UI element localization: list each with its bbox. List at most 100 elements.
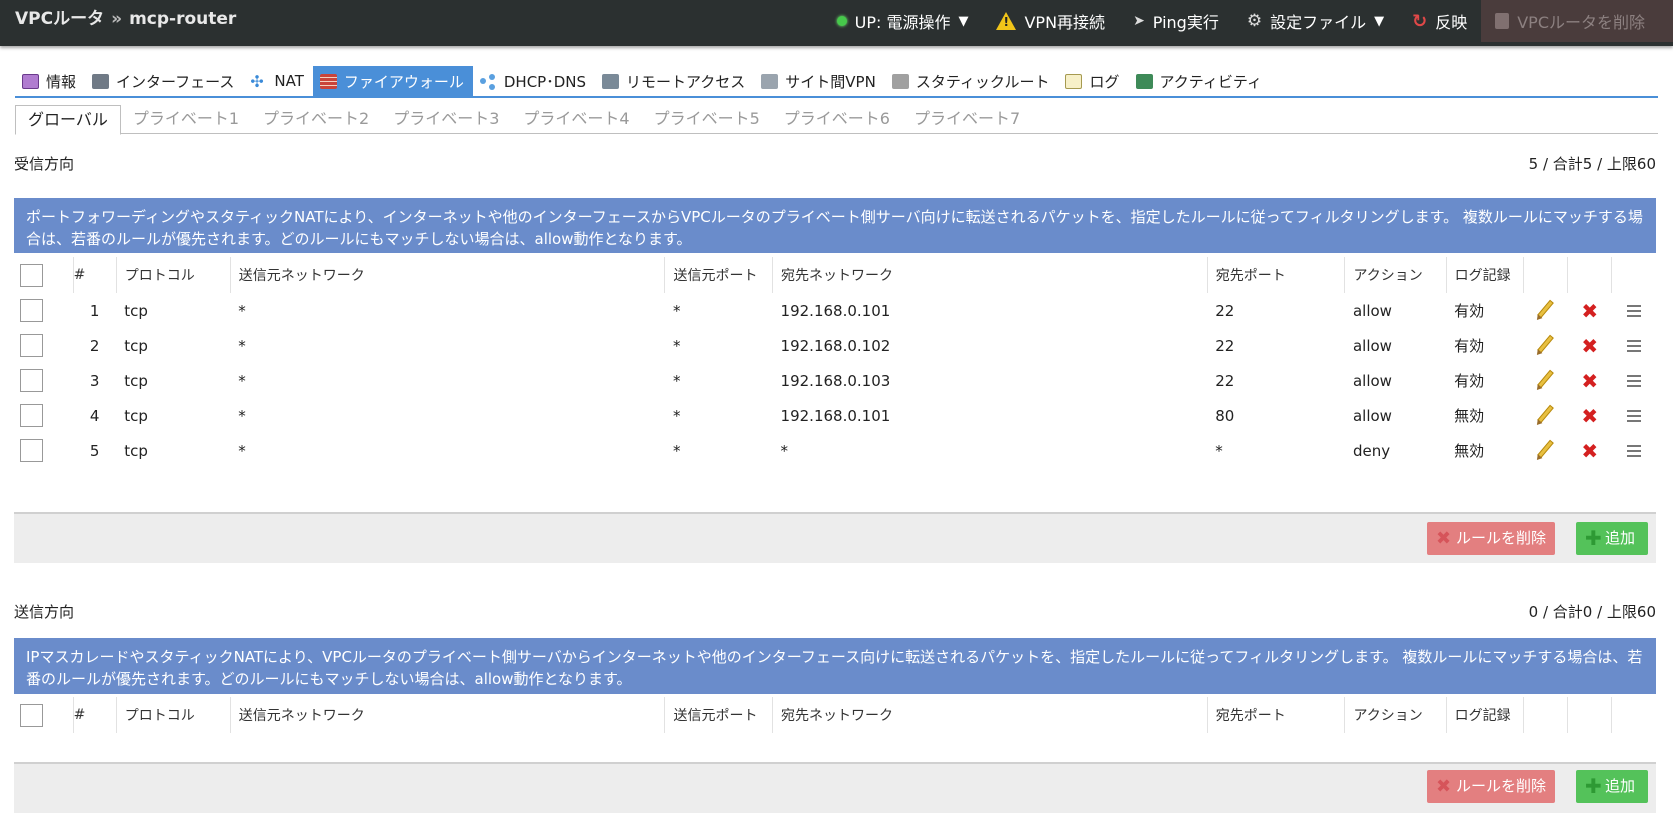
tab-remote-access[interactable]: リモートアクセス bbox=[595, 66, 754, 96]
subtab-private-7[interactable]: プライベート7 bbox=[902, 105, 1032, 134]
apply-label: 反映 bbox=[1435, 13, 1468, 32]
edit-cell bbox=[1524, 398, 1568, 433]
drag-handle-icon[interactable] bbox=[1626, 380, 1641, 382]
apply-button[interactable]: ↻ 反映 bbox=[1398, 0, 1481, 42]
x-icon: ✖ bbox=[1436, 528, 1452, 549]
rule-log: 無効 bbox=[1454, 442, 1485, 460]
rule-num: 5 bbox=[89, 441, 100, 460]
tab-dhcp-dns[interactable]: DHCP･DNS bbox=[473, 66, 595, 96]
tab-info[interactable]: 情報 bbox=[15, 66, 85, 96]
inbound-section: 受信方向 5 / 合計5 / 上限60 ポートフォワーディングやスタティックNA… bbox=[14, 153, 1656, 563]
outbound-count: 0 / 合計0 / 上限60 bbox=[1528, 603, 1656, 621]
table-row[interactable]: 5 tcp * * * * deny 無効 ✖ bbox=[14, 433, 1656, 468]
x-icon[interactable]: ✖ bbox=[1581, 334, 1598, 358]
drag-handle-icon[interactable] bbox=[1626, 450, 1641, 452]
col-edit bbox=[1523, 697, 1568, 733]
row-checkbox[interactable] bbox=[20, 369, 43, 392]
x-icon[interactable]: ✖ bbox=[1581, 369, 1598, 393]
vpn-reconnect-button[interactable]: VPN再接続 bbox=[982, 0, 1119, 42]
rule-dst-port: * bbox=[1215, 441, 1223, 460]
drag-handle-icon[interactable] bbox=[1626, 345, 1641, 347]
rule-protocol: tcp bbox=[124, 301, 148, 320]
rule-src-net: * bbox=[238, 371, 246, 390]
tab-nat[interactable]: ✣ NAT bbox=[243, 66, 312, 96]
breadcrumb-root[interactable]: VPCルータ bbox=[15, 9, 104, 29]
tab-label: インターフェース bbox=[116, 72, 235, 91]
select-all-checkbox[interactable] bbox=[20, 263, 43, 287]
tab-interface[interactable]: インターフェース bbox=[85, 66, 243, 96]
outbound-add-button[interactable]: ✚ 追加 bbox=[1576, 770, 1648, 803]
subtab-private-5[interactable]: プライベート5 bbox=[642, 105, 772, 134]
paper-plane-icon: ➤ bbox=[1133, 13, 1145, 29]
pencil-icon[interactable] bbox=[1537, 369, 1554, 388]
subtab-global[interactable]: グローバル bbox=[15, 105, 121, 135]
table-row[interactable]: 3 tcp * * 192.168.0.103 22 allow 有効 ✖ bbox=[14, 363, 1656, 398]
select-all-cell bbox=[14, 697, 73, 733]
rule-src-port: * bbox=[672, 406, 681, 425]
subtab-private-1[interactable]: プライベート1 bbox=[121, 105, 251, 134]
outbound-section: 送信方向 0 / 合計0 / 上限60 IPマスカレードやスタティックNATによ… bbox=[14, 601, 1656, 813]
subtab-private-4[interactable]: プライベート4 bbox=[511, 105, 641, 134]
subtab-private-2[interactable]: プライベート2 bbox=[251, 105, 381, 134]
button-label: 追加 bbox=[1605, 529, 1636, 547]
edit-cell bbox=[1524, 363, 1568, 398]
tab-activity[interactable]: アクティビティ bbox=[1129, 66, 1271, 96]
subtab-private-6[interactable]: プライベート6 bbox=[772, 105, 902, 134]
inbound-add-button[interactable]: ✚ 追加 bbox=[1576, 522, 1648, 555]
pencil-icon[interactable] bbox=[1537, 404, 1554, 423]
document-icon bbox=[1065, 73, 1083, 89]
tab-firewall[interactable]: ファイアウォール bbox=[312, 66, 473, 96]
subtab-private-3[interactable]: プライベート3 bbox=[381, 105, 511, 134]
outbound-delete-rule-button[interactable]: ✖ ルールを削除 bbox=[1427, 770, 1555, 803]
rule-src-port: * bbox=[672, 301, 681, 320]
breadcrumb: VPCルータ » mcp-router bbox=[15, 0, 236, 38]
row-checkbox[interactable] bbox=[20, 299, 43, 322]
config-file-menu-button[interactable]: ⚙ 設定ファイル ▼ bbox=[1233, 0, 1398, 42]
row-checkbox[interactable] bbox=[20, 334, 43, 357]
inbound-delete-rule-button[interactable]: ✖ ルールを削除 bbox=[1427, 522, 1555, 555]
drag-handle-icon[interactable] bbox=[1626, 415, 1641, 417]
tab-label: リモートアクセス bbox=[626, 72, 746, 91]
row-checkbox[interactable] bbox=[20, 439, 43, 462]
row-checkbox[interactable] bbox=[20, 404, 43, 427]
rule-src-net: * bbox=[238, 406, 246, 425]
x-icon[interactable]: ✖ bbox=[1581, 299, 1598, 323]
rule-src-net: * bbox=[238, 441, 246, 460]
tab-site-vpn[interactable]: サイト間VPN bbox=[754, 66, 885, 96]
col-num: # bbox=[72, 697, 117, 733]
pencil-icon[interactable] bbox=[1537, 334, 1554, 353]
edit-cell bbox=[1524, 433, 1568, 468]
delete-router-button[interactable]: VPCルータを削除 bbox=[1481, 0, 1673, 42]
table-row[interactable]: 4 tcp * * 192.168.0.101 80 allow 無効 ✖ bbox=[14, 398, 1656, 433]
button-label: 追加 bbox=[1605, 777, 1636, 795]
drag-handle-icon[interactable] bbox=[1626, 310, 1641, 312]
power-menu-button[interactable]: UP: 電源操作 ▼ bbox=[823, 0, 983, 42]
rule-dst-port: 22 bbox=[1215, 371, 1235, 390]
rule-log: 無効 bbox=[1454, 407, 1485, 425]
select-all-checkbox[interactable] bbox=[20, 703, 43, 727]
x-icon[interactable]: ✖ bbox=[1581, 439, 1598, 463]
top-bar: VPCルータ » mcp-router UP: 電源操作 ▼ VPN再接続 ➤ Pi… bbox=[0, 0, 1673, 46]
tab-log[interactable]: ログ bbox=[1058, 66, 1128, 96]
ping-label: Ping実行 bbox=[1152, 13, 1219, 32]
table-row[interactable]: 1 tcp * * 192.168.0.101 22 allow 有効 ✖ bbox=[14, 293, 1656, 328]
nat-arrows-icon: ✣ bbox=[250, 71, 264, 91]
col-protocol: プロトコル bbox=[115, 697, 231, 733]
rule-src-port: * bbox=[672, 371, 681, 390]
tab-static-route[interactable]: スタティックルート bbox=[885, 66, 1059, 96]
breadcrumb-separator: » bbox=[111, 9, 123, 29]
plus-icon: ✚ bbox=[1585, 526, 1602, 550]
chevron-down-icon: ▼ bbox=[1374, 13, 1385, 29]
outbound-footer: ✖ ルールを削除 ✚ 追加 bbox=[14, 762, 1656, 813]
x-icon[interactable]: ✖ bbox=[1581, 404, 1598, 428]
pencil-icon[interactable] bbox=[1537, 299, 1554, 318]
ping-button[interactable]: ➤ Ping実行 bbox=[1119, 0, 1233, 42]
network-nodes-icon bbox=[479, 74, 497, 89]
table-row[interactable]: 2 tcp * * 192.168.0.102 22 allow 有効 ✖ bbox=[14, 328, 1656, 363]
rule-dst-net: 192.168.0.101 bbox=[780, 301, 891, 320]
delete-cell: ✖ bbox=[1568, 363, 1612, 398]
pencil-icon[interactable] bbox=[1537, 439, 1554, 458]
delete-cell: ✖ bbox=[1568, 293, 1612, 328]
inbound-count: 5 / 合計5 / 上限60 bbox=[1528, 155, 1656, 173]
x-icon: ✖ bbox=[1436, 776, 1452, 797]
